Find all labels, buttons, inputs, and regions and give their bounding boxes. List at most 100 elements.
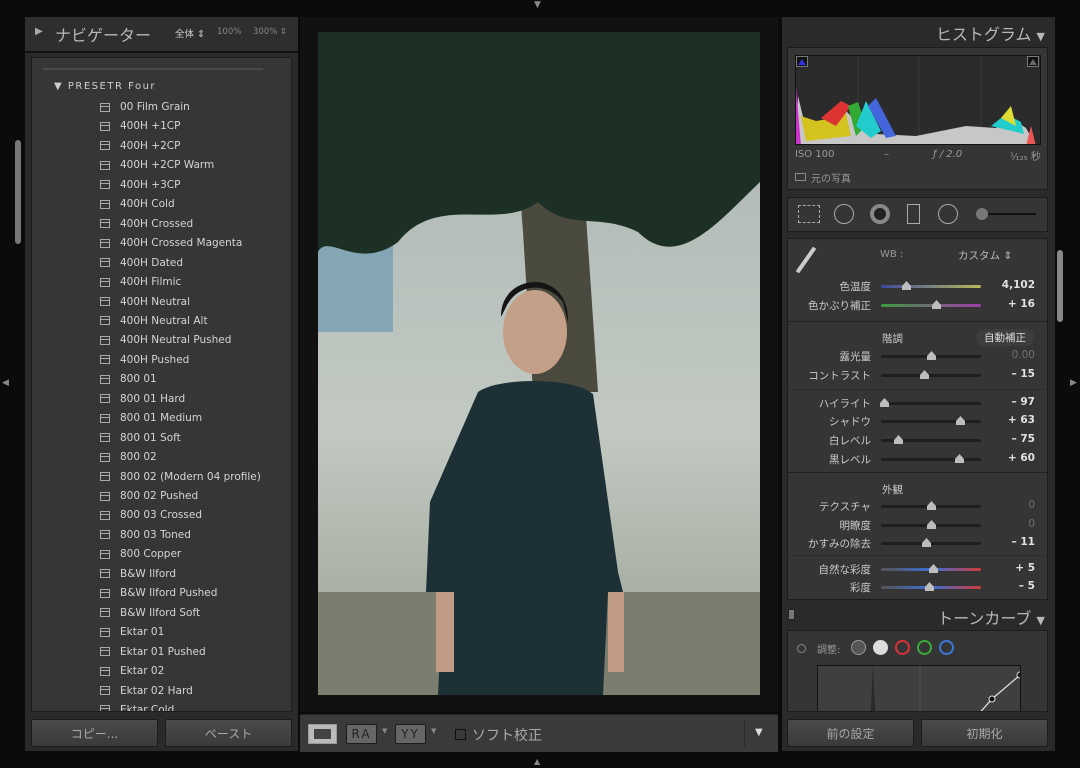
navigator-header[interactable]: ▶ ナビゲーター 全体 ⇕ 100% 300% ⇕ — [25, 17, 298, 53]
preset-item[interactable]: 800 01 Soft — [100, 430, 181, 446]
slider-thumb[interactable] — [922, 538, 931, 547]
paste-button[interactable]: ペースト — [165, 719, 292, 747]
slider-thumb[interactable] — [955, 454, 964, 463]
slider-thumb[interactable] — [902, 281, 911, 290]
slider-track[interactable] — [880, 398, 981, 407]
preset-item[interactable]: 400H Neutral Pushed — [100, 332, 231, 348]
preset-item[interactable]: 400H Filmic — [100, 274, 181, 290]
before-after-split-button[interactable]: YY — [395, 724, 426, 744]
preset-item[interactable]: 00 Film Grain — [100, 99, 190, 115]
preset-item[interactable]: Ektar 02 — [100, 663, 164, 679]
previous-settings-button[interactable]: 前の設定 — [787, 719, 914, 747]
zoom-100[interactable]: 100% — [217, 27, 241, 37]
slider-value[interactable]: – 97 — [1011, 396, 1035, 408]
preset-item[interactable]: 400H Dated — [100, 255, 183, 271]
soft-proof-label[interactable]: ソフト校正 — [472, 725, 542, 745]
slider-thumb[interactable] — [925, 582, 934, 591]
original-photo-label[interactable]: 元の写真 — [811, 170, 851, 185]
preset-item[interactable]: 400H Crossed — [100, 216, 193, 232]
preset-item[interactable]: 400H Neutral Alt — [100, 313, 208, 329]
parametric-curve-icon[interactable] — [851, 640, 866, 655]
slider-value[interactable]: + 5 — [1015, 562, 1035, 574]
slider-value[interactable]: 4,102 — [1002, 279, 1035, 291]
preset-item[interactable]: Ektar Cold — [100, 702, 174, 711]
adjustment-brush-icon[interactable] — [976, 206, 1036, 222]
slider-value[interactable]: – 15 — [1011, 368, 1035, 380]
slider-track[interactable] — [881, 351, 981, 360]
slider-track[interactable] — [881, 281, 981, 290]
zoom-300[interactable]: 300% ⇕ — [253, 27, 287, 37]
soft-proof-checkbox[interactable] — [455, 729, 466, 740]
red-eye-icon[interactable] — [870, 204, 890, 224]
slider-track[interactable] — [881, 435, 981, 444]
preset-item[interactable]: 400H Crossed Magenta — [100, 235, 242, 251]
tone-curve-header[interactable]: トーンカーブ ▼ — [782, 602, 1055, 628]
auto-tone-button[interactable]: 自動補正 — [976, 329, 1034, 346]
preset-item[interactable]: 400H +2CP — [100, 138, 180, 154]
preset-item[interactable]: Ektar 02 Hard — [100, 683, 193, 699]
left-panel-toggle-icon[interactable]: ◀ — [2, 378, 9, 388]
point-curve-rgb-icon[interactable] — [873, 640, 888, 655]
slider-track[interactable] — [881, 454, 981, 463]
wb-select[interactable]: カスタム ⇕ — [958, 248, 1012, 263]
loupe-view-button[interactable] — [308, 724, 337, 744]
preset-item[interactable]: B&W Ilford Soft — [100, 605, 200, 621]
blue-channel-icon[interactable] — [939, 640, 954, 655]
slider-value[interactable]: 0 — [1028, 518, 1035, 530]
slider-thumb[interactable] — [956, 416, 965, 425]
preset-group-header[interactable]: ▼ PRESETR Four — [54, 81, 156, 92]
slider-thumb[interactable] — [894, 435, 903, 444]
slider-value[interactable]: + 60 — [1008, 452, 1035, 464]
right-panel-toggle-icon[interactable]: ▶ — [1070, 378, 1077, 388]
preset-item[interactable]: Ektar 01 Pushed — [100, 644, 206, 660]
preset-item[interactable]: 800 02 Pushed — [100, 488, 198, 504]
preset-item[interactable]: 800 02 (Modern 04 profile) — [100, 469, 261, 485]
reset-button[interactable]: 初期化 — [921, 719, 1048, 747]
graduated-filter-icon[interactable] — [907, 204, 920, 224]
preset-item[interactable]: 800 03 Crossed — [100, 507, 202, 523]
preset-item[interactable]: 800 01 Hard — [100, 391, 185, 407]
chevron-down-icon[interactable]: ▼ — [431, 727, 436, 735]
preset-item[interactable]: 400H +2CP Warm — [100, 157, 214, 173]
slider-value[interactable]: + 16 — [1008, 298, 1035, 310]
slider-track[interactable] — [881, 300, 981, 309]
red-channel-icon[interactable] — [895, 640, 910, 655]
tone-curve-graph[interactable] — [817, 665, 1021, 712]
radial-filter-icon[interactable] — [938, 204, 958, 224]
presets-list[interactable]: ▼ PRESETR Four 00 Film Grain 400H +1CP 400… — [31, 57, 292, 712]
top-panel-toggle-icon[interactable]: ▼ — [534, 0, 541, 10]
shadow-clipping-button[interactable] — [796, 56, 808, 67]
before-after-button[interactable]: RA — [346, 724, 377, 744]
slider-track[interactable] — [881, 564, 981, 573]
preset-item[interactable]: B&W Ilford Pushed — [100, 585, 217, 601]
slider-thumb[interactable] — [927, 351, 936, 360]
preset-item[interactable]: 800 02 — [100, 449, 157, 465]
bottom-panel-toggle-icon[interactable]: ▲ — [534, 757, 540, 766]
target-adjust-icon[interactable] — [797, 644, 806, 653]
preset-item[interactable]: 800 Copper — [100, 546, 181, 562]
slider-value[interactable]: 0.00 — [1012, 349, 1035, 361]
slider-value[interactable]: – 5 — [1019, 580, 1035, 592]
preset-item[interactable]: 400H Cold — [100, 196, 175, 212]
slider-value[interactable]: + 63 — [1008, 414, 1035, 426]
slider-track[interactable] — [881, 370, 981, 379]
left-scrollbar[interactable] — [15, 140, 21, 244]
crop-tool-icon[interactable] — [798, 205, 820, 223]
spot-removal-icon[interactable] — [834, 204, 854, 224]
preset-item[interactable]: 400H Neutral — [100, 294, 190, 310]
copy-button[interactable]: コピー... — [31, 719, 158, 747]
slider-thumb[interactable] — [920, 370, 929, 379]
slider-thumb[interactable] — [932, 300, 941, 309]
slider-thumb[interactable] — [927, 501, 936, 510]
preset-item[interactable]: 800 01 Medium — [100, 410, 202, 426]
preset-item[interactable]: B&W Ilford — [100, 566, 176, 582]
original-photo-checkbox[interactable] — [795, 173, 806, 181]
slider-track[interactable] — [881, 416, 981, 425]
preset-item[interactable]: 400H +3CP — [100, 177, 180, 193]
slider-thumb[interactable] — [929, 564, 938, 573]
slider-value[interactable]: 0 — [1028, 499, 1035, 511]
slider-thumb[interactable] — [927, 520, 936, 529]
slider-thumb[interactable] — [880, 398, 889, 407]
green-channel-icon[interactable] — [917, 640, 932, 655]
right-scrollbar[interactable] — [1057, 250, 1063, 322]
